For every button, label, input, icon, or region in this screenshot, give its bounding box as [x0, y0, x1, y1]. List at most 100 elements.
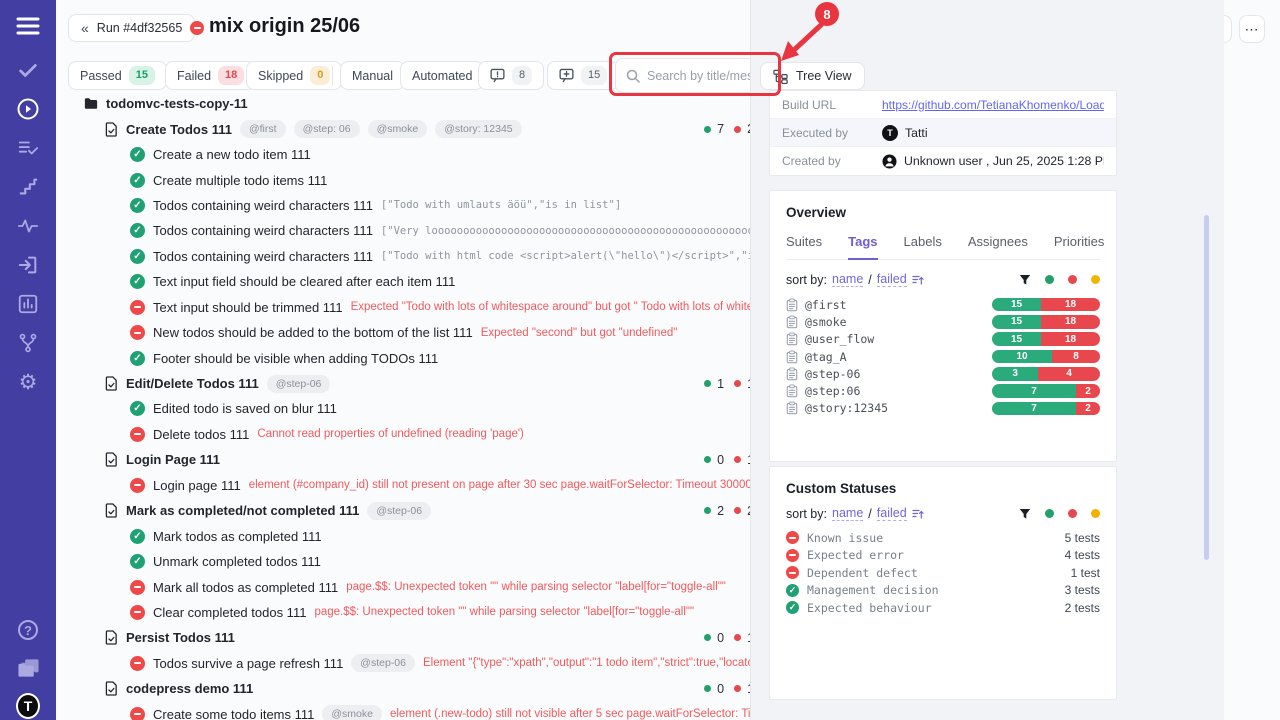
custom-status-name: Known issue — [807, 531, 883, 545]
suite-row[interactable]: Mark as completed/not completed 111@step… — [56, 498, 802, 523]
panel-scrollbar[interactable] — [1204, 215, 1209, 560]
app-logo[interactable]: T — [16, 694, 40, 718]
custom-status-row[interactable]: Known issue5 tests — [786, 529, 1100, 547]
test-row[interactable]: ✓Create a new todo item 111 — [56, 142, 802, 167]
sort-by-name-link[interactable]: name — [832, 272, 863, 287]
search-input[interactable] — [647, 69, 766, 83]
back-to-run-button[interactable]: « Run #4df32565 — [68, 14, 195, 42]
custom-status-row[interactable]: Expected error4 tests — [786, 547, 1100, 565]
funnel-filter-icon[interactable] — [1019, 274, 1031, 286]
tag-stat-row[interactable]: @tag_A108 — [786, 348, 1100, 365]
settings-icon[interactable]: ⚙ — [16, 370, 40, 394]
suite-row[interactable]: Edit/Delete Todos 111@step-06110 — [56, 371, 802, 396]
filter-comments-button[interactable]: 8 — [478, 61, 544, 90]
help-icon[interactable]: ? — [16, 618, 40, 642]
legend-skipped-dot[interactable] — [1091, 509, 1100, 518]
sidebar-bottom: ? T — [16, 618, 40, 718]
suite-file-icon — [105, 503, 118, 518]
tag-stat-row[interactable]: @step-0634 — [786, 365, 1100, 382]
import-icon[interactable] — [16, 253, 40, 277]
tree-view-button[interactable]: Tree View — [760, 62, 865, 90]
test-row[interactable]: Create some todo items 111@smokeelement … — [56, 702, 802, 720]
tests-icon[interactable] — [16, 58, 40, 82]
test-row[interactable]: ✓Todos containing weird characters 111["… — [56, 218, 802, 243]
tag-stat-row[interactable]: @smoke1518 — [786, 313, 1100, 330]
tag-stat-row[interactable]: @user_flow1518 — [786, 331, 1100, 348]
folder-row[interactable]: todomvc-tests-copy-11 — [56, 91, 802, 116]
legend-failed-dot[interactable] — [1068, 509, 1077, 518]
custom-status-name: Management decision — [807, 583, 939, 597]
test-detail-output: ["Very loooooooooooooooooooooooooooooooo… — [381, 225, 802, 237]
pass-status-icon: ✓ — [130, 147, 145, 162]
pass-status-icon: ✓ — [130, 173, 145, 188]
test-plans-icon[interactable] — [16, 136, 40, 160]
test-row[interactable]: ✓Text input field should be cleared afte… — [56, 269, 802, 294]
filter-manual-button[interactable]: Manual — [340, 61, 405, 90]
passed-dot — [704, 685, 711, 692]
custom-status-row[interactable]: Dependent defect1 test — [786, 564, 1100, 582]
filter-passed-button[interactable]: Passed 15 — [68, 61, 167, 90]
legend-failed-dot[interactable] — [1068, 275, 1077, 284]
suite-row[interactable]: Create Todos 111@first@step: 06@smoke@st… — [56, 116, 802, 141]
legend-passed-dot[interactable] — [1045, 509, 1054, 518]
legend-skipped-dot[interactable] — [1091, 275, 1100, 284]
test-row[interactable]: ✓Edited todo is saved on blur 111 — [56, 396, 802, 421]
docs-icon[interactable] — [16, 656, 40, 680]
filter-notes-button[interactable]: 15 — [547, 61, 619, 90]
test-row[interactable]: Mark all todos as completed 111page.$$: … — [56, 574, 802, 599]
tab-priorities[interactable]: Priorities — [1054, 234, 1105, 259]
test-row[interactable]: ✓Footer should be visible when adding TO… — [56, 345, 802, 370]
clipboard-icon — [786, 298, 798, 312]
passed-segment: 3 — [992, 367, 1038, 381]
tag-chip: @step-06 — [367, 502, 431, 520]
runs-icon[interactable] — [16, 97, 40, 121]
funnel-filter-icon[interactable] — [1019, 508, 1031, 520]
tab-tags[interactable]: Tags — [848, 234, 877, 260]
tab-assignees[interactable]: Assignees — [968, 234, 1028, 259]
tag-result-bar: 1518 — [992, 332, 1100, 346]
clipboard-icon — [786, 332, 798, 346]
tag-stat-row[interactable]: @story:1234572 — [786, 400, 1100, 417]
sort-ascending-icon[interactable] — [912, 508, 924, 520]
test-row[interactable]: ✓Unmark completed todos 111 — [56, 549, 802, 574]
build-url-link[interactable]: https://github.com/TetianaKhomenko/Load-… — [882, 98, 1104, 112]
suite-row[interactable]: Login Page 111010 — [56, 447, 802, 472]
suite-row[interactable]: Persist Todos 111010 — [56, 625, 802, 650]
test-row[interactable]: ✓Todos containing weird characters 111["… — [56, 244, 802, 269]
test-row[interactable]: Login page 111element (#company_id) stil… — [56, 473, 802, 498]
filter-skipped-button[interactable]: Skipped 0 — [246, 61, 342, 90]
test-row[interactable]: Clear completed todos 111page.$$: Unexpe… — [56, 600, 802, 625]
menu-icon[interactable] — [16, 14, 40, 38]
suite-row[interactable]: codepress demo 111010 — [56, 676, 802, 701]
executor-avatar: T — [882, 125, 898, 141]
tab-labels[interactable]: Labels — [904, 234, 942, 259]
fail-status-icon — [130, 478, 145, 493]
tag-stat-row[interactable]: @step:0672 — [786, 382, 1100, 399]
sort-by-failed-link[interactable]: failed — [877, 272, 907, 287]
test-row[interactable]: Text input should be trimmed 111Expected… — [56, 295, 802, 320]
steps-icon[interactable] — [16, 175, 40, 199]
fail-status-icon — [130, 427, 145, 442]
test-row[interactable]: New todos should be added to the bottom … — [56, 320, 802, 345]
sort-by-name-link[interactable]: name — [832, 506, 863, 521]
filter-automated-button[interactable]: Automated — [400, 61, 484, 90]
tag-stat-row[interactable]: @first1518 — [786, 296, 1100, 313]
analytics-icon[interactable] — [16, 292, 40, 316]
test-label: Login page 111 — [153, 478, 241, 493]
legend-passed-dot[interactable] — [1045, 275, 1054, 284]
filter-failed-button[interactable]: Failed 18 — [165, 61, 256, 90]
sort-ascending-icon[interactable] — [912, 274, 924, 286]
custom-status-row[interactable]: ✓Expected behaviour2 tests — [786, 599, 1100, 617]
test-row[interactable]: ✓Create multiple todo items 111 — [56, 167, 802, 192]
test-row[interactable]: Delete todos 111Cannot read properties o… — [56, 422, 802, 447]
custom-status-row[interactable]: ✓Management decision3 tests — [786, 582, 1100, 600]
more-options-button[interactable]: ⋯ — [1239, 15, 1265, 43]
test-row[interactable]: ✓Mark todos as completed 111 — [56, 523, 802, 548]
tab-suites[interactable]: Suites — [786, 234, 822, 259]
pulse-icon[interactable] — [16, 214, 40, 238]
sort-by-failed-link[interactable]: failed — [877, 506, 907, 521]
test-row[interactable]: ✓Todos containing weird characters 111["… — [56, 193, 802, 218]
test-row[interactable]: Todos survive a page refresh 111@step-06… — [56, 651, 802, 676]
branches-icon[interactable] — [16, 331, 40, 355]
test-label: Todos containing weird characters 111 — [153, 198, 373, 213]
